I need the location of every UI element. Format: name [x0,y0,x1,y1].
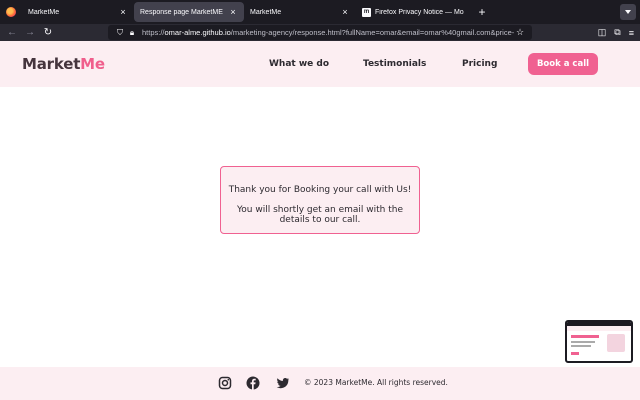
tab-label: Response page MarketME [140,8,223,16]
menu-icon[interactable]: ≡ [629,28,634,38]
mozilla-icon: m [362,7,371,17]
star-icon[interactable]: ☆ [514,27,526,38]
toolbar-right: ◫ ⧉ ≡ [598,24,634,41]
lock-icon[interactable]: 🔒︎ [126,28,138,38]
new-tab-button[interactable]: + [474,5,490,19]
pip-illustration [607,334,625,352]
email-notice: You will shortly get an email with the d… [236,205,404,225]
close-icon[interactable]: × [118,7,128,17]
twitter-icon[interactable] [276,376,290,390]
url-text[interactable]: https://omar-alme.github.io/marketing-ag… [142,28,514,37]
main-content: Thank you for Booking your call with Us!… [0,87,640,367]
pip-text-line [571,341,595,343]
logo-accent: Me [80,55,105,73]
url-host: omar-alme.github.io [164,28,231,37]
site-logo[interactable]: MarketMe [22,55,105,73]
url-bar[interactable]: ⛉ 🔒︎ https://omar-alme.github.io/marketi… [108,25,532,40]
firefox-icon[interactable] [0,0,22,24]
confirmation-card: Thank you for Booking your call with Us!… [220,166,420,234]
tab-marketme-2[interactable]: MarketMe × [244,2,356,22]
pip-button [571,352,579,355]
logo-main: Market [22,55,81,73]
instagram-icon[interactable] [218,376,232,390]
tab-label: Firefox Privacy Notice — Mozilla [375,8,464,16]
nav-testimonials[interactable]: Testimonials [363,59,426,69]
nav-pricing[interactable]: Pricing [462,59,497,69]
site-header: MarketMe What we do Testimonials Pricing… [0,41,640,87]
book-a-call-button[interactable]: Book a call [528,53,598,75]
extensions-icon[interactable]: ⧉ [614,27,620,38]
tab-firefox-privacy[interactable]: m Firefox Privacy Notice — Mozilla [356,2,470,22]
pip-header [567,326,631,331]
tab-label: MarketMe [28,8,60,16]
forward-icon[interactable]: → [21,24,39,41]
copyright-text: © 2023 MarketMe. All rights reserved. [304,378,448,387]
nav-what-we-do[interactable]: What we do [269,59,329,69]
tab-marketme-1[interactable]: MarketMe × [22,2,134,22]
tab-label: MarketMe [250,8,282,16]
pip-thumbnail[interactable] [565,320,633,363]
pip-headline [571,335,599,338]
browser-toolbar: ← → ↻ ⛉ 🔒︎ https://omar-alme.github.io/m… [0,24,640,41]
thank-you-message: Thank you for Booking your call with Us! [228,185,412,195]
close-icon[interactable]: × [340,7,350,17]
reload-icon[interactable]: ↻ [39,24,57,41]
tab-list-icon[interactable] [620,4,636,20]
pocket-icon[interactable]: ◫ [598,27,607,38]
url-path: /marketing-agency/response.html?fullName… [230,28,514,37]
pip-text-line [571,345,591,347]
url-prefix: https:// [142,28,165,37]
site-footer: © 2023 MarketMe. All rights reserved. [0,367,640,400]
facebook-icon[interactable] [246,376,260,390]
shield-icon[interactable]: ⛉ [114,28,126,38]
tab-response-page[interactable]: Response page MarketME × [134,2,244,22]
back-icon[interactable]: ← [3,24,21,41]
close-icon[interactable]: × [228,7,238,17]
browser-tab-bar: MarketMe × Response page MarketME × Mark… [0,0,640,24]
